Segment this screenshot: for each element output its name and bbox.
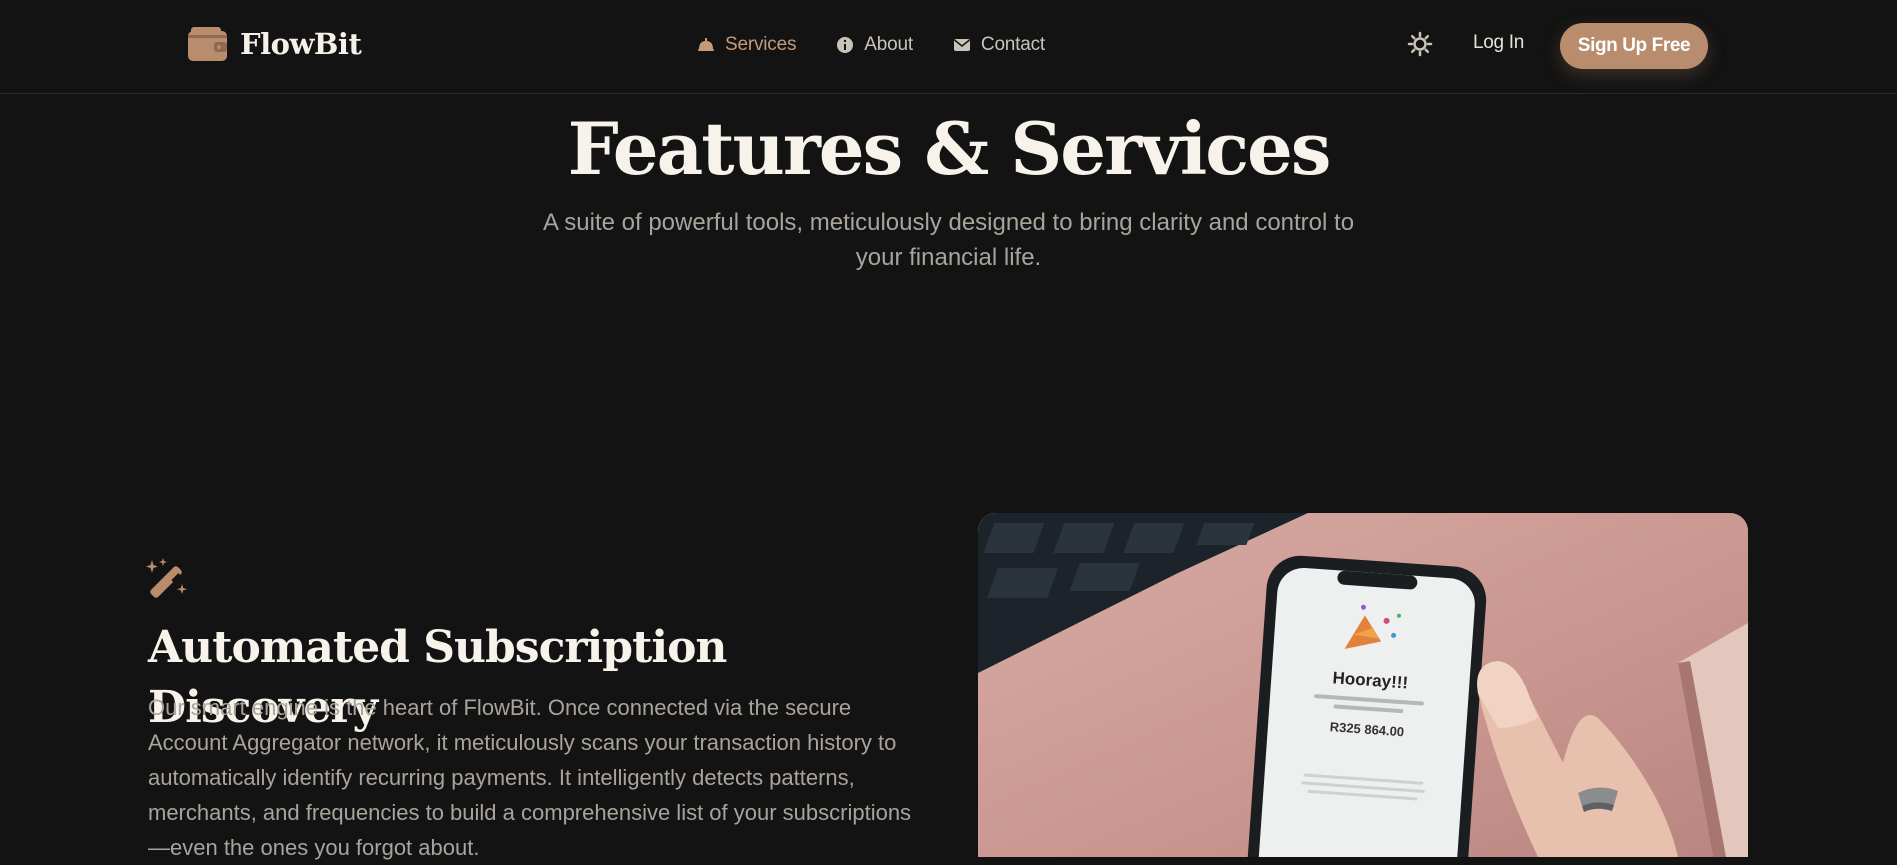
feature-description: Our smart engine is the heart of FlowBit… [148,695,912,860]
info-icon [837,37,854,53]
signup-button[interactable]: Sign Up Free [1560,23,1708,69]
nav-link-label: About [864,34,913,55]
nav-link-about[interactable]: About [836,34,913,56]
brand-logo[interactable]: FlowBit [187,24,362,64]
page-title: Features & Services [567,106,1332,191]
page-subtitle: A suite of powerful tools, meticulously … [542,209,1355,271]
magic-wand-icon [146,558,187,598]
nav-link-contact[interactable]: Contact [953,34,1045,56]
sun-icon [1407,31,1433,57]
theme-toggle-button[interactable] [1407,31,1433,57]
top-navbar: FlowBit Services About Contact Log In Si… [0,0,1897,94]
login-link[interactable]: Log In [1473,32,1524,54]
nav-link-services[interactable]: Services [697,34,796,56]
brand-name: FlowBit [240,27,362,61]
nav-link-label: Contact [980,34,1046,55]
main-nav: Services About Contact [697,30,1045,60]
feature-image: Hooray!!! R325 864.00 [978,513,1748,857]
bell-icon [698,38,714,51]
envelope-icon [953,39,970,51]
nav-link-label: Services [725,34,797,55]
wallet-icon [188,27,227,61]
